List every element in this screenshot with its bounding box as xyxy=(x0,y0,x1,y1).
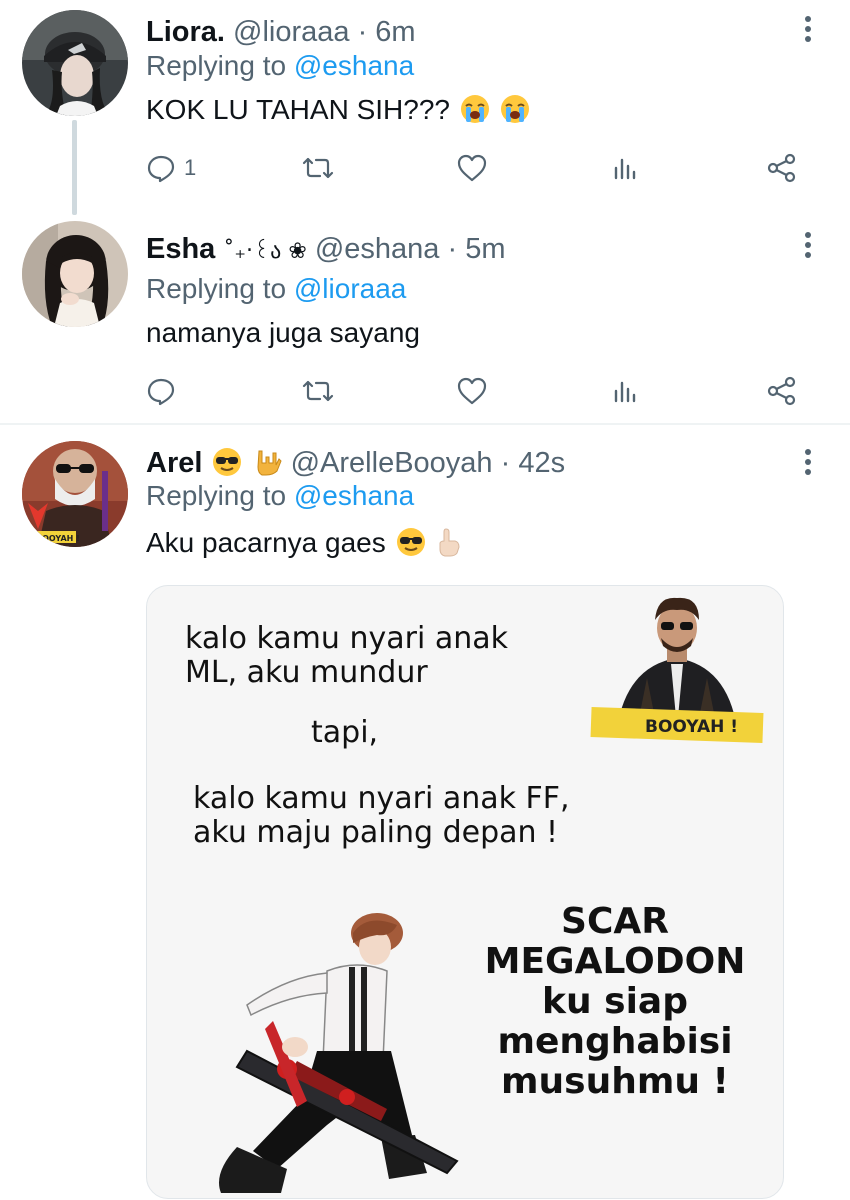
analytics-button[interactable] xyxy=(611,148,641,188)
mention-link[interactable]: @lioraaa xyxy=(294,273,406,304)
love-you-gesture-icon xyxy=(257,450,282,476)
timestamp[interactable]: · 6m xyxy=(358,16,416,48)
tweet-header: Esha ˚₊‧꒰ა ❀ @eshana · 5m xyxy=(146,231,506,270)
index-pointing-up-icon xyxy=(439,528,460,557)
reply-button[interactable]: 1 xyxy=(146,148,196,188)
replying-to: Replying to @lioraaa xyxy=(146,271,406,307)
like-icon xyxy=(457,154,487,182)
tweet-text: KOK LU TAHAN SIH??? xyxy=(146,92,530,128)
avatar-badge-text: BOOYAH ! xyxy=(36,534,80,543)
analytics-button[interactable] xyxy=(611,371,641,411)
tweet-header: Arel @ArelleBooyah · 42s xyxy=(146,445,565,481)
mention-link[interactable]: @eshana xyxy=(294,50,414,81)
reply-count: 1 xyxy=(184,155,197,180)
like-icon xyxy=(457,377,487,405)
user-handle[interactable]: @eshana xyxy=(315,233,440,265)
like-button[interactable] xyxy=(456,371,488,411)
avatar-esha[interactable] xyxy=(22,221,128,327)
booyah-character-illustration: BOOYAH ! xyxy=(590,597,764,743)
more-options-icon[interactable] xyxy=(802,16,814,46)
timestamp[interactable]: · 42s xyxy=(501,447,565,479)
meme-bold-line: SCAR xyxy=(561,901,669,942)
thread-line xyxy=(72,120,77,215)
tweet-text-body: KOK LU TAHAN SIH??? xyxy=(146,94,450,125)
meme-line: kalo kamu nyari anak xyxy=(185,621,508,656)
replying-to-label: Replying to xyxy=(146,273,294,304)
replying-to: Replying to @eshana xyxy=(146,48,414,84)
timestamp[interactable]: · 5m xyxy=(448,233,506,265)
name-decoration: ˚₊‧꒰ა ❀ xyxy=(223,239,307,264)
loudly-crying-face-icon xyxy=(500,95,529,123)
meme-line: ML, aku mundur xyxy=(185,655,428,690)
analytics-icon xyxy=(614,381,636,403)
reply-button[interactable] xyxy=(146,371,176,411)
meme-line: tapi, xyxy=(311,715,379,750)
reply-icon xyxy=(147,155,175,183)
tweet-text: Aku pacarnya gaes xyxy=(146,525,461,561)
share-button[interactable] xyxy=(766,371,798,411)
tweet-actions: 1 xyxy=(146,148,806,188)
display-name[interactable]: Arel xyxy=(146,447,202,479)
replying-to-label: Replying to xyxy=(146,50,294,81)
tweet-liora[interactable]: Liora. @lioraaa · 6m Replying to @eshana… xyxy=(0,0,850,215)
loudly-crying-face-icon xyxy=(460,95,489,123)
replying-to: Replying to @eshana xyxy=(146,478,414,514)
meme-bold-line: menghabisi xyxy=(497,1021,733,1062)
sunglasses-face-icon xyxy=(396,528,425,556)
mention-link[interactable]: @eshana xyxy=(294,480,414,511)
more-options-icon[interactable] xyxy=(802,449,814,479)
anime-character-illustration xyxy=(219,913,459,1193)
tweet-text: namanya juga sayang xyxy=(146,317,420,348)
meme-bold-line: musuhmu ! xyxy=(501,1061,729,1102)
share-button[interactable] xyxy=(766,148,798,188)
display-name[interactable]: Liora. xyxy=(146,16,225,48)
meme-bold-line: ku siap xyxy=(542,981,688,1022)
display-name[interactable]: Esha xyxy=(146,233,215,265)
meme-bold-line: MEGALODON xyxy=(484,941,746,982)
meme-line: aku maju paling depan ! xyxy=(193,815,559,850)
retweet-icon xyxy=(302,380,334,402)
avatar-arel[interactable]: BOOYAH ! xyxy=(22,441,128,547)
tweet-esha[interactable]: Esha ˚₊‧꒰ა ❀ @eshana · 5m Replying to @l… xyxy=(0,215,850,423)
like-button[interactable] xyxy=(456,148,488,188)
tweet-actions xyxy=(146,371,806,411)
more-options-icon[interactable] xyxy=(802,232,814,262)
tweet-text-body: Aku pacarnya gaes xyxy=(146,527,386,558)
retweet-button[interactable] xyxy=(301,148,335,188)
sunglasses-face-icon xyxy=(213,448,242,476)
reply-icon xyxy=(147,378,175,406)
meme-line: kalo kamu nyari anak FF, xyxy=(193,781,570,816)
share-icon xyxy=(767,376,796,406)
user-handle[interactable]: @ArelleBooyah xyxy=(291,447,493,479)
analytics-icon xyxy=(614,158,636,180)
avatar-liora[interactable] xyxy=(22,10,128,116)
tweet-media-image[interactable]: kalo kamu nyari anak ML, aku mundur tapi… xyxy=(146,585,784,1199)
share-icon xyxy=(767,153,796,183)
user-handle[interactable]: @lioraaa xyxy=(233,16,350,48)
retweet-button[interactable] xyxy=(301,371,335,411)
retweet-icon xyxy=(302,157,334,179)
meme-bold-text: SCAR MEGALODON ku siap menghabisi musuhm… xyxy=(465,902,765,1102)
booyah-badge-text: BOOYAH ! xyxy=(645,717,738,737)
tweet-header: Liora. @lioraaa · 6m xyxy=(146,14,416,50)
replying-to-label: Replying to xyxy=(146,480,294,511)
